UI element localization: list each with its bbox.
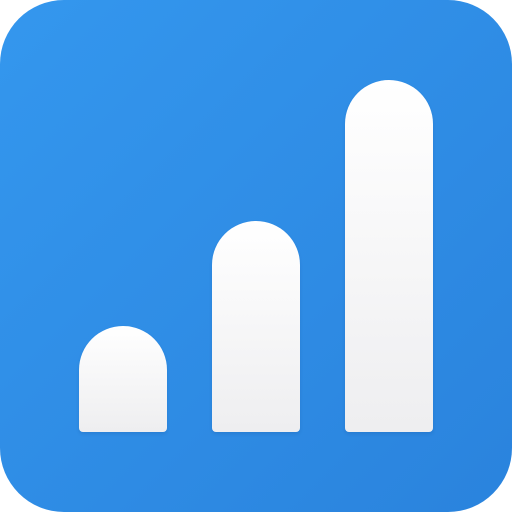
bar-chart-app-icon[interactable] <box>0 0 512 512</box>
bar-tall <box>345 80 433 432</box>
bar-medium <box>212 221 300 432</box>
bar-short <box>79 326 167 432</box>
